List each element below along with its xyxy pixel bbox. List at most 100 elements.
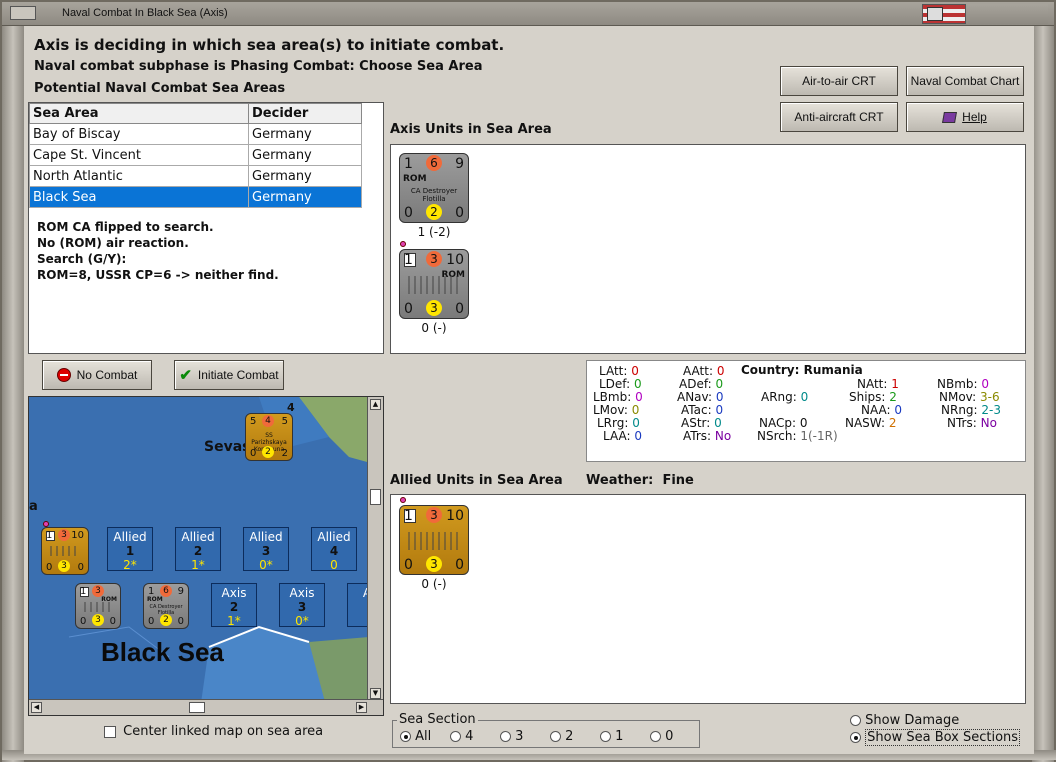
- sea-box-allied-3[interactable]: Allied 3 0*: [243, 527, 289, 572]
- show-sections-option[interactable]: Show Sea Box Sections: [850, 729, 1021, 746]
- sea-box-label: Allied: [113, 530, 147, 544]
- anti-aircraft-crt-button[interactable]: Anti-aircraft CRT: [780, 102, 898, 132]
- counter-value: 0: [46, 562, 53, 573]
- no-combat-label: No Combat: [76, 368, 138, 382]
- radio-button[interactable]: [600, 731, 611, 742]
- sea-box-label: Axis: [289, 586, 315, 600]
- sea-box-allied-1[interactable]: Allied 1 2*: [107, 527, 153, 572]
- sea-box-number: 2: [229, 600, 239, 614]
- center-map-option[interactable]: Center linked map on sea area: [104, 724, 323, 739]
- window-frame-left: [2, 26, 24, 762]
- stat-atrs: ATrs: No: [683, 429, 732, 443]
- sea-area-cell: Cape St. Vincent: [29, 144, 249, 166]
- vertical-scroll-thumb[interactable]: [370, 489, 381, 505]
- col-sea-area[interactable]: Sea Area: [29, 103, 249, 124]
- show-damage-label: Show Damage: [865, 713, 960, 728]
- stat-nmov: NMov: 3-6: [939, 390, 1000, 404]
- title-bar[interactable]: Naval Combat In Black Sea (Axis): [2, 2, 1054, 26]
- scroll-right-icon[interactable]: ▶: [356, 702, 367, 713]
- radio-button[interactable]: [450, 731, 461, 742]
- sea-box-axis-3[interactable]: Axis 3 0*: [279, 583, 325, 628]
- help-label: Help: [962, 110, 987, 124]
- stat-nrng: NRng: 2-3: [941, 403, 1002, 417]
- allied-units-panel: 1 3 10 0 3 0 0 (-): [390, 494, 1026, 704]
- anti-aircraft-label: Anti-aircraft CRT: [794, 110, 884, 124]
- sea-section-option-4[interactable]: 4: [450, 729, 473, 744]
- allied-unit-counter[interactable]: 1 3 10 0 3 0: [399, 505, 469, 575]
- naval-combat-chart-button[interactable]: Naval Combat Chart: [906, 66, 1024, 96]
- counter-value: 1: [404, 252, 413, 268]
- attack-circle: 4: [262, 415, 274, 427]
- axis-unit-counter[interactable]: 1 6 9 ROM CA Destroyer Flotilla 0 2 0: [399, 153, 469, 223]
- sea-section-option-0[interactable]: 0: [650, 729, 673, 744]
- sea-section-option-3[interactable]: 3: [500, 729, 523, 744]
- unit-caption: 1 (-2): [417, 225, 451, 239]
- sea-box-label: Axis: [221, 586, 247, 600]
- stat-aatt: AAtt: 0: [683, 364, 725, 378]
- no-combat-button[interactable]: No Combat: [42, 360, 152, 390]
- sea-section-label: Sea Section: [397, 712, 478, 727]
- sea-box-number: 3: [297, 600, 307, 614]
- sea-area-cell: Black Sea: [29, 186, 249, 208]
- sea-box-allied-4[interactable]: Allied 4 0: [311, 527, 357, 572]
- sea-box-count: 0*: [259, 558, 273, 572]
- potential-areas-heading: Potential Naval Combat Sea Areas: [34, 81, 286, 96]
- scroll-up-icon[interactable]: ▲: [370, 399, 381, 410]
- map-unit-counter[interactable]: 5 4 5 SS Parizhskaya Kommuna 0 2 2: [245, 413, 293, 461]
- map-horizontal-scrollbar[interactable]: ◀ ▶: [29, 699, 383, 715]
- linked-map[interactable]: Sevas a 5 4 5 SS Parizhskaya Kommuna 0 2…: [28, 396, 384, 716]
- checkmark-icon: ✔: [179, 367, 192, 384]
- sea-box-allied-2[interactable]: Allied 2 1*: [175, 527, 221, 572]
- scroll-down-icon[interactable]: ▼: [370, 688, 381, 699]
- radio-button[interactable]: [550, 731, 561, 742]
- air-to-air-crt-button[interactable]: Air-to-air CRT: [780, 66, 898, 96]
- map-vertical-scrollbar[interactable]: ▲ ▼: [367, 397, 383, 701]
- radio-button[interactable]: [850, 715, 861, 726]
- axis-units-label: Axis Units in Sea Area: [390, 122, 552, 137]
- stat-lbmb: LBmb: 0: [593, 390, 643, 404]
- ship-silhouette-icon: [84, 602, 112, 612]
- defense-circle: 2: [426, 204, 442, 220]
- stat-nsrch: NSrch: 1(-1R): [757, 429, 838, 443]
- sea-section-option-2[interactable]: 2: [550, 729, 573, 744]
- table-row[interactable]: North Atlantic Germany: [29, 165, 362, 187]
- initiate-combat-button[interactable]: ✔ Initiate Combat: [174, 360, 284, 390]
- weather-field: Weather: Fine: [586, 473, 694, 488]
- center-map-checkbox[interactable]: [104, 725, 116, 738]
- map-unit-counter[interactable]: 1 3 ROM 0 3 0: [75, 583, 121, 629]
- horizontal-scroll-thumb[interactable]: [189, 702, 205, 713]
- counter-value: 0: [404, 205, 413, 221]
- system-menu-button[interactable]: [10, 6, 36, 20]
- pin-icon: [400, 497, 406, 503]
- unit-caption: 0 (-): [421, 321, 447, 335]
- map-unit-counter[interactable]: 1 3 10 0 3 0: [41, 527, 89, 575]
- table-row-selected[interactable]: Black Sea Germany: [29, 186, 362, 208]
- sea-box-label: Allied: [181, 530, 215, 544]
- attack-circle: 3: [426, 251, 442, 267]
- table-row[interactable]: Bay of Biscay Germany: [29, 123, 362, 145]
- help-button[interactable]: Help: [906, 102, 1024, 132]
- sea-section-option-all[interactable]: All: [400, 729, 431, 744]
- col-decider[interactable]: Decider: [248, 103, 362, 124]
- sea-box-number: 3: [261, 544, 271, 558]
- sea-box-axis-2[interactable]: Axis 2 1*: [211, 583, 257, 628]
- show-damage-option[interactable]: Show Damage: [850, 713, 959, 728]
- table-row[interactable]: Cape St. Vincent Germany: [29, 144, 362, 166]
- counter-value: 1: [46, 530, 53, 541]
- radio-button[interactable]: [500, 731, 511, 742]
- scroll-left-icon[interactable]: ◀: [31, 702, 42, 713]
- stat-latt: LAtt: 0: [599, 364, 639, 378]
- axis-units-panel: 1 6 9 ROM CA Destroyer Flotilla 0 2 0 1 …: [390, 144, 1026, 354]
- radio-button[interactable]: [400, 731, 411, 742]
- log-line: ROM CA flipped to search.: [37, 220, 214, 234]
- counter-value: 0: [250, 448, 257, 459]
- sea-box-number: 1: [125, 544, 135, 558]
- map-unit-counter[interactable]: 1 6 9 ROM CA Destroyer Flotilla 0 2 0: [143, 583, 189, 629]
- radio-button[interactable]: [850, 732, 861, 743]
- option-label: 2: [565, 729, 574, 744]
- radio-button[interactable]: [650, 731, 661, 742]
- sea-section-option-1[interactable]: 1: [600, 729, 623, 744]
- option-label: 4: [465, 729, 474, 744]
- center-map-label: Center linked map on sea area: [123, 724, 324, 739]
- axis-unit-counter[interactable]: 1 3 10 ROM 0 3 0: [399, 249, 469, 319]
